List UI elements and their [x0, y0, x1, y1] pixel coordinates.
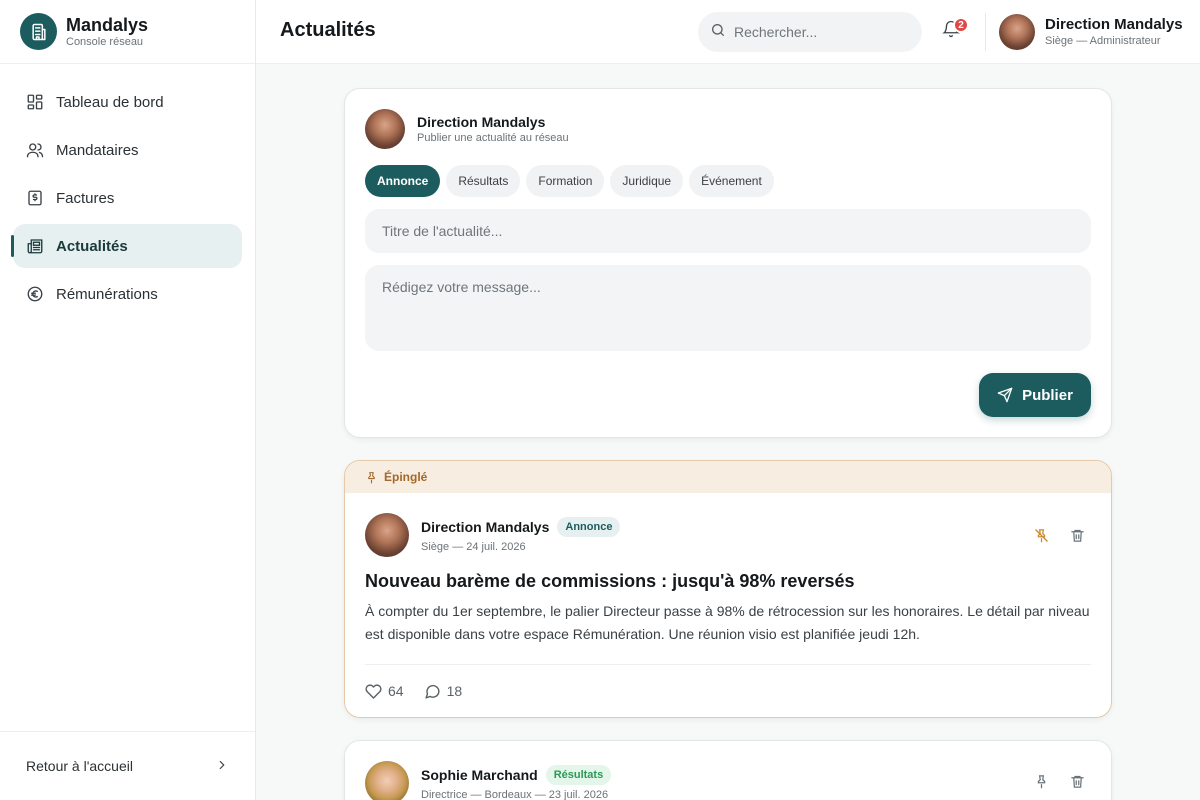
post-author: Direction Mandalys: [421, 519, 550, 535]
unpin-icon: [1034, 528, 1048, 542]
like-count: 64: [388, 683, 404, 699]
post-meta: Directrice — Bordeaux — 23 juil. 2026: [421, 789, 609, 800]
send-icon: [997, 387, 1013, 403]
chip-annonce[interactable]: Annonce: [365, 165, 441, 197]
composer-subtitle: Publier une actualité au réseau: [417, 131, 569, 144]
comment-button[interactable]: 18: [424, 683, 463, 700]
category-badge: Annonce: [557, 517, 621, 537]
category-badge: Résultats: [545, 765, 612, 785]
sidebar-nav: Tableau de bord Mandataires Factures Act…: [0, 64, 255, 316]
comment-icon: [424, 684, 440, 699]
chip-formation[interactable]: Formation: [526, 165, 605, 197]
sidebar-item-label: Actualités: [56, 237, 128, 255]
unpin-button[interactable]: [1027, 521, 1055, 549]
like-button[interactable]: 64: [365, 683, 404, 700]
page-title: Actualités: [280, 19, 376, 41]
notification-badge: 2: [953, 17, 969, 33]
post-author: Sophie Marchand: [421, 767, 538, 783]
notifications-button[interactable]: 2: [942, 17, 969, 42]
post-card: Épinglé Direction Mandalys Annonce Siège…: [344, 460, 1112, 718]
sidebar-item-tableau-de-bord[interactable]: Tableau de bord: [13, 80, 242, 124]
heart-icon: [365, 683, 382, 699]
search-box[interactable]: [698, 12, 922, 52]
avatar: [365, 761, 409, 800]
newspaper-icon: [25, 236, 45, 256]
comment-count: 18: [446, 683, 463, 699]
delete-button[interactable]: [1063, 767, 1091, 795]
title-input[interactable]: [365, 209, 1091, 253]
pin-icon: [1037, 774, 1045, 788]
search-icon: [710, 22, 726, 43]
publish-label: Publier: [1022, 386, 1073, 404]
sidebar-item-label: Tableau de bord: [56, 93, 164, 111]
delete-button[interactable]: [1063, 521, 1091, 549]
trash-icon: [1070, 529, 1084, 542]
message-input[interactable]: [365, 265, 1091, 351]
post-composer: Direction Mandalys Publier une actualité…: [344, 88, 1112, 438]
top-bar: Actualités 2 Direction Mandalys Siège — …: [256, 0, 1200, 64]
brand: Mandalys Console réseau: [0, 0, 255, 64]
header-divider: [985, 13, 986, 51]
news-feed: Direction Mandalys Publier une actualité…: [344, 88, 1112, 800]
sidebar-item-mandataires[interactable]: Mandataires: [13, 128, 242, 172]
brand-name: Mandalys: [66, 14, 149, 35]
sidebar-item-factures[interactable]: Factures: [13, 176, 242, 220]
dashboard-icon: [25, 92, 45, 112]
chevron-right-icon: [215, 758, 229, 775]
pin-icon: [368, 471, 375, 483]
post-text: À compter du 1er septembre, le palier Di…: [365, 603, 1090, 642]
trash-icon: [1070, 775, 1084, 788]
avatar: [365, 513, 409, 557]
category-chips: Annonce Résultats Formation Juridique Év…: [365, 165, 1091, 197]
sidebar-item-label: Factures: [56, 189, 115, 207]
avatar: [999, 14, 1035, 50]
avatar: [365, 109, 405, 149]
search-input[interactable]: [734, 24, 904, 40]
sidebar-item-label: Mandataires: [56, 141, 139, 159]
post-meta: Siège — 24 juil. 2026: [421, 541, 526, 553]
building-icon: [20, 13, 57, 50]
euro-icon: [25, 284, 45, 304]
brand-subtitle: Console réseau: [66, 35, 144, 48]
publish-button[interactable]: Publier: [979, 373, 1091, 417]
chip-evenement[interactable]: Événement: [689, 165, 774, 197]
user-name: Direction Mandalys: [1045, 16, 1183, 33]
pinned-label: Épinglé: [384, 470, 428, 484]
user-menu[interactable]: Direction Mandalys Siège — Administrateu…: [999, 14, 1183, 50]
invoice-icon: [25, 188, 45, 208]
post-title: Nouveau barème de commissions : jusqu'à …: [365, 571, 855, 591]
sidebar-item-label: Rémunérations: [56, 285, 158, 303]
post-card: Sophie Marchand Résultats Directrice — B…: [344, 740, 1112, 800]
sidebar: Mandalys Console réseau Tableau de bord …: [0, 0, 256, 800]
user-role: Siège — Administrateur: [1045, 35, 1161, 47]
back-home-link[interactable]: Retour à l'accueil: [0, 731, 255, 800]
chip-resultats[interactable]: Résultats: [446, 165, 521, 197]
pinned-banner: Épinglé: [345, 461, 1111, 493]
composer-author: Direction Mandalys: [417, 113, 546, 130]
sidebar-item-actualites[interactable]: Actualités: [11, 224, 242, 268]
back-home-label: Retour à l'accueil: [26, 758, 133, 774]
pin-button[interactable]: [1027, 767, 1055, 795]
users-icon: [25, 140, 45, 160]
sidebar-item-remunerations[interactable]: Rémunérations: [13, 272, 242, 316]
chip-juridique[interactable]: Juridique: [610, 165, 684, 197]
